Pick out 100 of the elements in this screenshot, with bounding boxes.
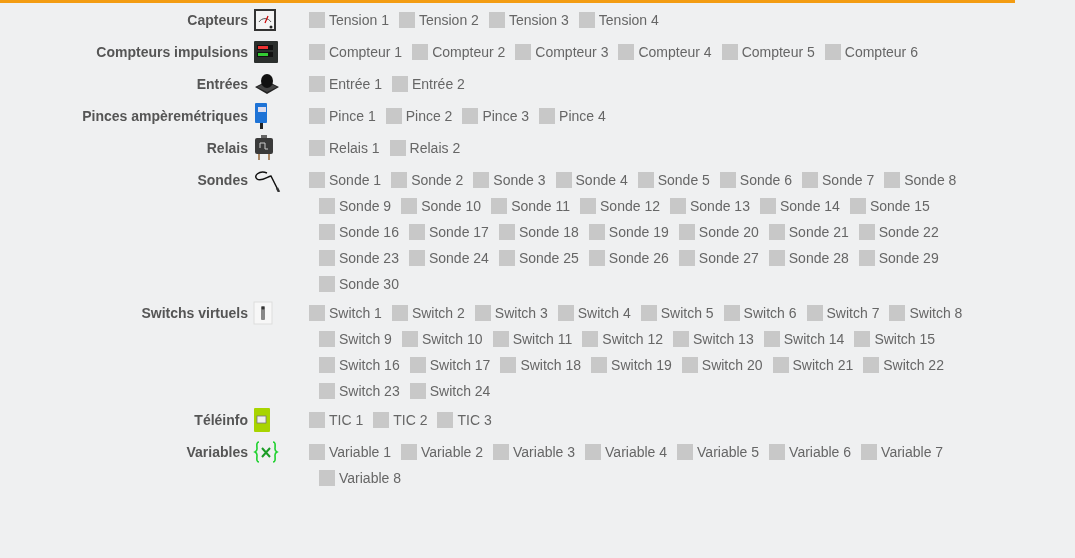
checkbox[interactable]	[721, 44, 738, 60]
checkbox[interactable]	[309, 44, 325, 60]
checkbox[interactable]	[319, 198, 335, 214]
checkbox[interactable]	[539, 108, 556, 124]
checkbox[interactable]	[578, 12, 595, 28]
checkbox[interactable]	[849, 198, 866, 214]
checkbox[interactable]	[319, 224, 335, 240]
checkbox[interactable]	[409, 357, 426, 373]
checkbox[interactable]	[319, 383, 335, 399]
checkbox[interactable]	[580, 198, 597, 214]
checkbox[interactable]	[585, 444, 602, 460]
checkbox[interactable]	[858, 250, 875, 266]
checkbox[interactable]	[391, 305, 408, 321]
checkbox[interactable]	[473, 172, 490, 188]
checkbox[interactable]	[640, 305, 657, 321]
checkbox[interactable]	[555, 172, 572, 188]
checkbox[interactable]	[309, 444, 325, 460]
checkbox[interactable]	[309, 108, 325, 124]
checkbox[interactable]	[637, 172, 654, 188]
checkbox[interactable]	[618, 44, 635, 60]
checkbox[interactable]	[398, 12, 415, 28]
checkbox-label: Sonde 10	[421, 197, 482, 216]
checkbox[interactable]	[319, 331, 335, 347]
checkbox[interactable]	[391, 76, 408, 92]
checkbox[interactable]	[401, 198, 418, 214]
checkbox[interactable]	[401, 444, 417, 460]
checkbox[interactable]	[391, 172, 408, 188]
section-label: Switchs virtuels	[141, 303, 248, 323]
checkbox[interactable]	[884, 172, 901, 188]
checkbox[interactable]	[500, 357, 517, 373]
checkbox-label: Switch 14	[783, 330, 845, 349]
checkbox[interactable]	[769, 444, 786, 460]
checkbox-label: Sonde 5	[657, 171, 710, 190]
checkbox[interactable]	[588, 224, 605, 240]
checkbox[interactable]	[861, 444, 878, 460]
checkbox[interactable]	[723, 305, 740, 321]
checkbox[interactable]	[462, 108, 479, 124]
clamp-icon	[255, 103, 267, 129]
checkbox[interactable]	[309, 305, 325, 321]
checkbox[interactable]	[673, 331, 689, 347]
checkbox[interactable]	[319, 250, 335, 266]
checkbox[interactable]	[588, 250, 605, 266]
checkbox[interactable]	[557, 305, 574, 321]
checkbox[interactable]	[488, 12, 505, 28]
checkbox[interactable]	[858, 224, 875, 240]
checkbox[interactable]	[515, 44, 532, 60]
checkbox[interactable]	[681, 357, 698, 373]
checkbox[interactable]	[719, 172, 736, 188]
checkbox[interactable]	[389, 140, 406, 156]
checkbox-label: Sonde 15	[869, 197, 930, 216]
checkbox[interactable]	[678, 250, 695, 266]
checkbox[interactable]	[670, 198, 686, 214]
checkbox[interactable]	[759, 198, 776, 214]
checkbox[interactable]	[491, 198, 508, 214]
checkbox[interactable]	[806, 305, 823, 321]
checkbox[interactable]	[582, 331, 599, 347]
checkbox[interactable]	[412, 44, 429, 60]
checkbox-label: Sonde 26	[608, 249, 669, 268]
checkbox[interactable]	[319, 357, 335, 373]
checkbox[interactable]	[309, 12, 325, 28]
checkbox[interactable]	[492, 331, 509, 347]
checkbox[interactable]	[408, 224, 425, 240]
checkbox[interactable]	[677, 444, 694, 460]
checkbox-label: Relais 1	[329, 139, 380, 158]
section-label: Sondes	[197, 170, 248, 190]
checkbox[interactable]	[309, 76, 325, 92]
checkbox[interactable]	[768, 250, 785, 266]
checkbox[interactable]	[385, 108, 402, 124]
checkbox-label: Switch 11	[512, 330, 573, 349]
checkbox[interactable]	[678, 224, 695, 240]
checkbox[interactable]	[889, 305, 906, 321]
checkbox[interactable]	[768, 224, 785, 240]
checkbox-label: Sonde 13	[690, 197, 750, 216]
checkbox-label: Tension 2	[418, 11, 479, 30]
checkbox[interactable]	[474, 305, 491, 321]
checkbox[interactable]	[401, 331, 418, 347]
checkbox-label: Sonde 18	[518, 223, 579, 242]
checkbox[interactable]	[309, 412, 325, 428]
checkbox[interactable]	[591, 357, 608, 373]
checkbox-label: Sonde 21	[788, 223, 849, 242]
checkbox[interactable]	[373, 412, 390, 428]
checkbox[interactable]	[802, 172, 819, 188]
checkbox-label: Tension 3	[508, 11, 569, 30]
checkbox[interactable]	[319, 276, 335, 292]
checkbox[interactable]	[309, 140, 325, 156]
checkbox[interactable]	[309, 172, 325, 188]
checkbox[interactable]	[409, 383, 426, 399]
checkbox[interactable]	[854, 331, 871, 347]
checkbox[interactable]	[493, 444, 510, 460]
checkbox[interactable]	[498, 224, 515, 240]
checkbox[interactable]	[772, 357, 789, 373]
checkbox[interactable]	[498, 250, 515, 266]
checkbox-label: Switch 8	[909, 304, 963, 323]
checkbox[interactable]	[763, 331, 780, 347]
checkbox[interactable]	[319, 470, 335, 486]
checkbox[interactable]	[437, 412, 454, 428]
checkbox[interactable]	[863, 357, 880, 373]
checkbox[interactable]	[408, 250, 425, 266]
meter-box-icon	[254, 408, 270, 432]
checkbox[interactable]	[824, 44, 841, 60]
